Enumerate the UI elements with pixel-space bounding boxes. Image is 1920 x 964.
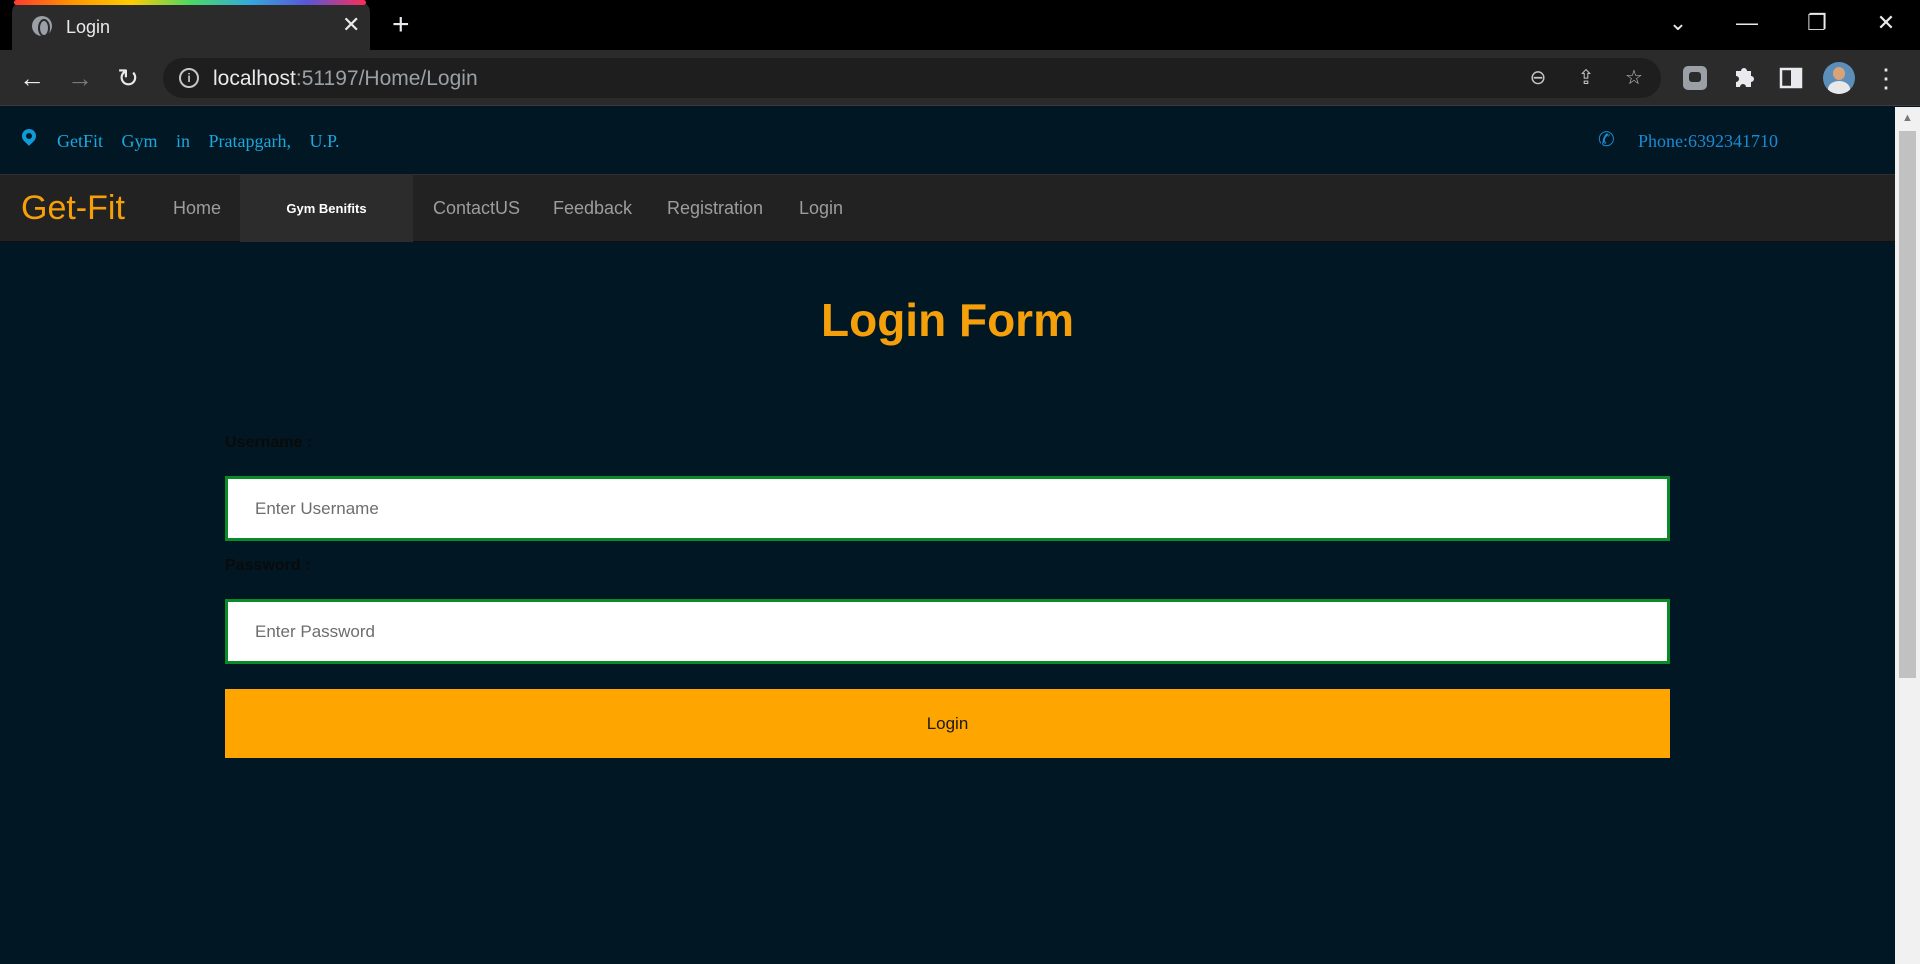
menu-kebab-icon[interactable]: ⋮ [1868, 60, 1904, 96]
scroll-up-arrow-icon[interactable]: ▲ [1895, 107, 1920, 129]
restore-icon[interactable]: ❐ [1797, 8, 1837, 38]
page-viewport: GetFit Gym in Pratapgarh, U.P. ✆ Phone:6… [0, 107, 1895, 964]
nav-item-login[interactable]: Login [799, 175, 843, 242]
login-button[interactable]: Login [225, 689, 1670, 758]
nav-item-contactus[interactable]: ContactUS [433, 175, 520, 242]
nav-item-feedback[interactable]: Feedback [553, 175, 632, 242]
extension-icon[interactable] [1679, 62, 1711, 94]
profile-avatar[interactable] [1823, 62, 1855, 94]
password-input[interactable] [225, 599, 1670, 664]
globe-icon [32, 16, 52, 37]
address-bar[interactable]: i localhost:51197/Home/Login ⊖ ⇪ ☆ [163, 58, 1661, 98]
bookmark-star-icon[interactable]: ☆ [1620, 64, 1648, 92]
tab-title: Login [66, 17, 111, 37]
new-tab-icon[interactable]: + [392, 10, 410, 40]
page-title: Login Form [821, 294, 1074, 346]
share-icon[interactable]: ⇪ [1572, 64, 1600, 92]
browser-tab[interactable]: Login ✕ [12, 2, 370, 50]
minimize-icon[interactable]: — [1727, 8, 1767, 38]
location-text: GetFit Gym in Pratapgarh, U.P. [57, 131, 340, 151]
tab-highlight [14, 0, 366, 5]
tab-search-chevron-icon[interactable]: ⌄ [1658, 8, 1698, 38]
close-window-icon[interactable]: ✕ [1866, 8, 1906, 38]
top-info-bar: GetFit Gym in Pratapgarh, U.P. ✆ Phone:6… [0, 107, 1895, 174]
nav-item-registration[interactable]: Registration [667, 175, 763, 242]
browser-toolbar: ← → ↻ i localhost:51197/Home/Login ⊖ ⇪ ☆… [0, 50, 1920, 106]
forward-icon[interactable]: → [62, 60, 98, 96]
zoom-out-icon[interactable]: ⊖ [1524, 64, 1552, 92]
scroll-thumb[interactable] [1899, 131, 1916, 678]
site-navbar: Get-Fit Home Gym Benifits ContactUS Feed… [0, 174, 1895, 242]
phone-icon: ✆ [1598, 129, 1615, 151]
reload-icon[interactable]: ↻ [110, 60, 146, 96]
nav-item-gym-benifits[interactable]: Gym Benifits [240, 175, 413, 242]
phone-text: Phone:6392341710 [1638, 131, 1779, 151]
nav-item-home[interactable]: Home [173, 175, 221, 242]
page-scrollbar[interactable]: ▲ [1895, 107, 1920, 964]
browser-tab-bar: Login ✕ + ⌄ — ❐ ✕ [0, 0, 1920, 50]
brand-logo[interactable]: Get-Fit [21, 189, 125, 228]
username-input[interactable] [225, 476, 1670, 541]
site-info-icon[interactable]: i [179, 68, 199, 88]
password-label: Password : [225, 557, 311, 574]
map-pin-icon [19, 126, 39, 146]
side-panel-icon[interactable] [1775, 62, 1807, 94]
back-icon[interactable]: ← [14, 60, 50, 96]
close-tab-icon[interactable]: ✕ [342, 14, 360, 36]
url-text[interactable]: localhost:51197/Home/Login [213, 67, 478, 91]
username-label: Username : [225, 434, 313, 451]
extensions-puzzle-icon[interactable] [1727, 62, 1759, 94]
